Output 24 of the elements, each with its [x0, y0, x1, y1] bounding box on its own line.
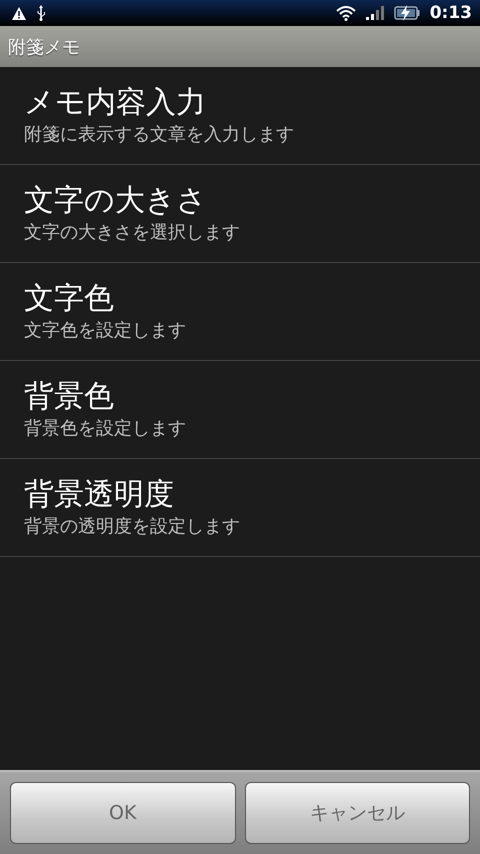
setting-title: 背景色 [24, 378, 115, 416]
signal-icon [366, 6, 384, 20]
battery-charging-icon [394, 5, 420, 21]
settings-item[interactable]: メモ内容入力 附箋に表示する文章を入力します [0, 67, 480, 165]
clock: 0:13 [430, 3, 472, 23]
warning-icon [12, 6, 26, 20]
settings-item[interactable]: 文字色 文字色を設定します [0, 263, 480, 361]
ok-button[interactable]: OK [10, 782, 236, 844]
setting-title: 文字色 [24, 280, 115, 318]
setting-summary: 文字の大きさを選択します [24, 220, 241, 244]
setting-title: メモ内容入力 [24, 84, 207, 122]
settings-item[interactable]: 文字の大きさ 文字の大きさを選択します [0, 165, 480, 263]
cancel-button[interactable]: キャンセル [244, 782, 470, 844]
settings-item[interactable]: 背景透明度 背景の透明度を設定します [0, 459, 480, 557]
wifi-icon [336, 6, 356, 20]
setting-summary: 附箋に表示する文章を入力します [24, 122, 295, 146]
setting-summary: 背景色を設定します [24, 416, 187, 440]
app-title: 附箋メモ [8, 36, 80, 58]
setting-summary: 背景の透明度を設定します [24, 514, 241, 538]
setting-title: 背景透明度 [24, 476, 175, 514]
setting-title: 文字の大きさ [24, 182, 208, 220]
setting-summary: 文字色を設定します [24, 318, 187, 342]
usb-icon [36, 5, 46, 21]
settings-item[interactable]: 背景色 背景色を設定します [0, 361, 480, 459]
